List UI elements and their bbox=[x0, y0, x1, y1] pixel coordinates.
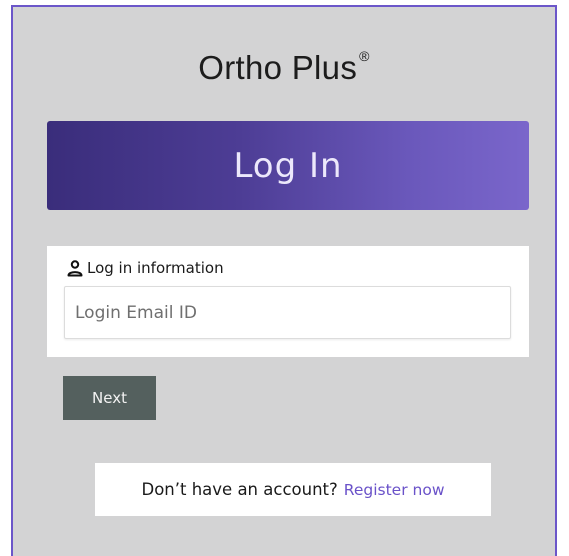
brand-name: Ortho Plus bbox=[198, 49, 358, 86]
login-info-heading: Log in information bbox=[66, 259, 224, 277]
login-info-label: Log in information bbox=[87, 259, 224, 277]
register-prompt-text: Don’t have an account? bbox=[141, 480, 338, 499]
brand-logo: Ortho Plus ® bbox=[13, 48, 555, 87]
login-card: Ortho Plus® Log In Log in information Ne… bbox=[11, 5, 557, 556]
person-icon bbox=[66, 259, 84, 277]
page-title: Log In bbox=[233, 145, 343, 186]
register-now-link[interactable]: Register now bbox=[344, 481, 445, 499]
next-button[interactable]: Next bbox=[63, 376, 156, 420]
registered-mark: ® bbox=[359, 48, 370, 64]
login-email-input[interactable] bbox=[64, 286, 511, 339]
login-info-panel: Log in information bbox=[47, 246, 529, 357]
login-banner: Log In bbox=[47, 121, 529, 210]
register-prompt-box: Don’t have an account? Register now bbox=[95, 463, 491, 516]
